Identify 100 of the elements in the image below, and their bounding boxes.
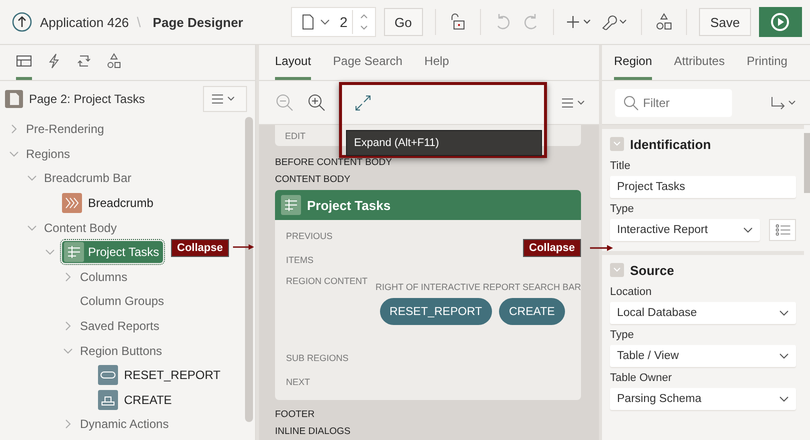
position-label: INLINE DIALOGS	[275, 425, 352, 439]
field-label: Location	[610, 286, 653, 298]
field-label: Type	[610, 329, 635, 341]
go-to-icon[interactable]	[770, 94, 798, 110]
tab[interactable]: Page Search	[333, 45, 402, 80]
collapse-chevron-icon[interactable]	[27, 173, 37, 184]
scrollbar[interactable]	[804, 133, 810, 193]
tooltip: Expand (Alt+F11)	[346, 130, 542, 156]
tree-item[interactable]: Content Body	[44, 220, 117, 235]
region-title: Project Tasks	[307, 198, 391, 212]
page-title: Page Designer	[152, 14, 244, 30]
region-button[interactable]: RESET_REPORT	[380, 298, 492, 325]
tab[interactable]: Help	[424, 45, 450, 80]
callout-arrow	[590, 244, 614, 252]
report-icon	[64, 242, 84, 262]
caret-icon	[320, 19, 330, 25]
scrollbar[interactable]	[245, 117, 253, 422]
position-label: CONTENT BODY	[275, 173, 352, 187]
slot-label: ITEMS	[286, 254, 314, 267]
shapes-icon	[106, 53, 122, 69]
shapes-icon[interactable]	[654, 12, 674, 32]
section-title: Identification	[630, 136, 711, 152]
select-field[interactable]: Parsing Schema	[610, 388, 796, 410]
breadcrumb-icon	[62, 193, 82, 214]
callout-label: Collapse	[171, 239, 229, 257]
tree-item[interactable]: RESET_REPORT	[124, 368, 220, 382]
list-icon	[774, 224, 790, 236]
select-field[interactable]: Table / View	[610, 345, 796, 367]
button-icon	[98, 365, 118, 386]
breadcrumb-separator: \	[136, 14, 141, 30]
collapse-chevron-icon[interactable]	[63, 346, 73, 356]
collapse-chevron-icon[interactable]	[9, 148, 19, 159]
run-button[interactable]	[758, 7, 802, 37]
report-icon	[281, 195, 301, 215]
caret-icon	[779, 353, 789, 359]
slot-label: RIGHT OF INTERACTIVE REPORT SEARCH BAR	[376, 282, 582, 292]
tree-item[interactable]: Dynamic Actions	[80, 417, 169, 432]
page-selector[interactable]: 2	[291, 7, 376, 37]
save-button[interactable]: Save	[699, 8, 751, 36]
layout-icon	[16, 53, 32, 69]
play-icon	[770, 12, 790, 32]
tab[interactable]: Attributes	[674, 45, 725, 80]
list-button[interactable]	[769, 219, 796, 241]
tree-item[interactable]: Breadcrumb	[88, 196, 154, 210]
field-label: Table Owner	[610, 372, 673, 384]
collapse-chevron-icon[interactable]	[610, 263, 624, 277]
callout-label: Collapse	[523, 239, 581, 257]
caret-icon	[779, 310, 789, 316]
slot-label: EDIT	[285, 130, 306, 140]
tray-icon	[98, 390, 118, 410]
collapse-chevron-icon[interactable]	[45, 247, 55, 258]
tree-item[interactable]: CREATE	[124, 392, 172, 407]
app-name[interactable]: Application 426	[40, 14, 129, 30]
add-icon[interactable]	[565, 14, 594, 30]
zoom-in-icon[interactable]	[307, 92, 327, 112]
select-field[interactable]: Interactive Report	[610, 219, 760, 241]
collapse-chevron-icon[interactable]	[27, 222, 37, 233]
field-label: Title	[610, 160, 632, 172]
tree-item[interactable]: Columns	[80, 270, 128, 284]
expand-chevron-icon[interactable]	[9, 124, 19, 134]
page-icon	[5, 90, 23, 108]
expand-chevron-icon[interactable]	[63, 419, 73, 430]
caret-icon	[779, 396, 789, 402]
tree-item[interactable]: Pre-Rendering	[26, 122, 104, 136]
tree-item[interactable]: Region Buttons	[80, 344, 162, 358]
tree-item[interactable]: Column Groups	[80, 294, 164, 308]
caret-icon	[743, 227, 753, 233]
lightning-icon	[46, 53, 62, 69]
tree-item[interactable]: Regions	[26, 146, 70, 161]
expand-icon[interactable]	[353, 92, 373, 112]
menu-button[interactable]	[203, 86, 247, 112]
filter-field[interactable]: Filter	[615, 88, 732, 116]
expand-chevron-icon[interactable]	[63, 272, 73, 282]
tree-item[interactable]: Saved Reports	[80, 319, 160, 334]
zoom-out-icon[interactable]	[275, 92, 295, 112]
page-name: Page 2: Project Tasks	[29, 92, 146, 106]
field-label: Type	[610, 203, 635, 215]
tab[interactable]: Region	[614, 45, 652, 80]
callout-arrow	[233, 243, 255, 251]
wrench-icon[interactable]	[601, 14, 630, 30]
slot-label: NEXT	[286, 376, 310, 389]
go-button[interactable]: Go	[384, 8, 423, 36]
tree-item[interactable]: Project Tasks	[62, 241, 164, 264]
cycle-icon	[76, 53, 92, 69]
slot-label: SUB REGIONS	[286, 352, 349, 365]
slot-label: REGION CONTENT	[286, 276, 368, 288]
page-number: 2	[338, 14, 348, 30]
tree-item[interactable]: Breadcrumb Bar	[44, 171, 132, 186]
tab[interactable]: Printing	[746, 45, 788, 80]
collapse-chevron-icon[interactable]	[610, 137, 624, 151]
position-label: BEFORE CONTENT BODY	[275, 156, 394, 170]
position-label: FOOTER	[275, 408, 316, 422]
slot-label: PREVIOUS	[286, 230, 333, 243]
search-icon	[623, 94, 639, 110]
select-field[interactable]: Local Database	[610, 302, 796, 324]
text-field[interactable]: Project Tasks	[610, 176, 796, 198]
expand-chevron-icon[interactable]	[63, 321, 73, 332]
region-button[interactable]: CREATE	[498, 298, 565, 325]
tab[interactable]: Layout	[275, 45, 312, 80]
section-title: Source	[630, 262, 674, 278]
